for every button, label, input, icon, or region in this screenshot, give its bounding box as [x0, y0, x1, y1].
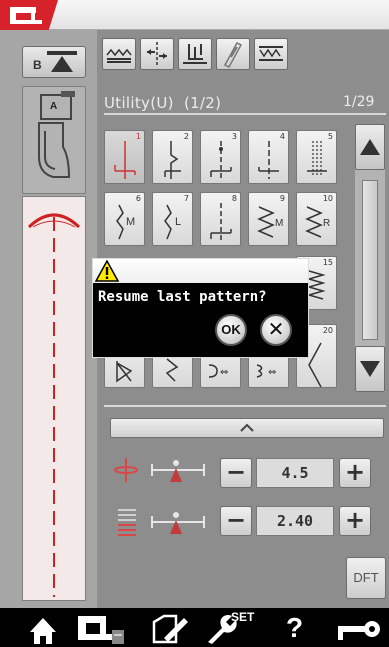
chevron-up-icon: [240, 423, 254, 432]
category-utility-button[interactable]: [102, 38, 136, 70]
stitch-width-icon: [114, 458, 138, 482]
straight-stitch-left-icon: [114, 141, 136, 179]
default-settings-button[interactable]: DFT: [346, 557, 386, 599]
center-straight-stitch-icon: [210, 141, 232, 179]
stitch-length-icon: [118, 509, 136, 536]
scroll-down-button[interactable]: [355, 346, 385, 392]
zigzag-category-icon: [106, 48, 132, 63]
width-minus-button[interactable]: −: [220, 458, 252, 488]
svg-text:⇔: ⇔: [220, 367, 228, 378]
warning-icon: [95, 260, 119, 282]
zigzag-m2-stitch-icon: M: [257, 206, 283, 238]
quilt-category-icon: [259, 46, 283, 61]
needle-position-label: B: [33, 58, 42, 72]
title-underline: [104, 113, 386, 115]
stitch-tile[interactable]: 3: [200, 130, 241, 184]
svg-text:L: L: [175, 216, 181, 228]
length-adjust-icon: [151, 512, 205, 534]
resume-dialog: Resume last pattern? OK ✕: [92, 258, 309, 358]
stitch-tile[interactable]: 7 L: [152, 192, 193, 246]
scroll-up-button[interactable]: [355, 124, 385, 170]
pattern-scrollbar-thumb[interactable]: [362, 180, 378, 340]
top-bar: [0, 0, 389, 30]
needle-position-button[interactable]: B: [22, 46, 86, 78]
presser-foot-panel[interactable]: A: [22, 86, 86, 194]
category-buttonhole-button[interactable]: [140, 38, 174, 70]
stitch-tile[interactable]: 4: [248, 130, 289, 184]
category-satin-button[interactable]: [216, 38, 250, 70]
category-decorative-button[interactable]: [178, 38, 212, 70]
dialog-title-bar: [93, 259, 308, 283]
key-lock-icon[interactable]: [334, 608, 384, 647]
svg-text:M: M: [275, 218, 283, 229]
straight-stitch-icon: [164, 141, 181, 179]
stitch-tile[interactable]: 5: [296, 130, 337, 184]
stitch-tile[interactable]: 6 M: [104, 192, 145, 246]
pattern-page-count: 1/29: [343, 94, 375, 110]
sewing-machine-icon: [10, 7, 42, 24]
stitch-tile[interactable]: 8: [200, 192, 241, 246]
lock-straight-stitch-icon: [210, 203, 232, 241]
decorative-category-icon: [183, 44, 207, 64]
stitch-tile[interactable]: 2: [152, 130, 193, 184]
length-minus-button[interactable]: −: [220, 506, 252, 536]
edit-pattern-icon[interactable]: [150, 608, 194, 647]
stitch-preview: [22, 196, 86, 601]
ok-button[interactable]: OK: [215, 314, 247, 346]
foot-label: A: [50, 101, 58, 112]
needle-up-icon: [47, 51, 77, 72]
triple-straight-stitch-icon: [258, 141, 279, 179]
svg-text:⇔: ⇔: [268, 367, 276, 378]
home-icon[interactable]: [26, 608, 60, 647]
category-quilt-button[interactable]: [254, 38, 288, 70]
collapse-settings-button[interactable]: [110, 418, 384, 438]
stretch-stitch-icon: [307, 141, 327, 177]
width-value: 4.5: [256, 458, 334, 488]
stitch-tile[interactable]: 9 M: [248, 192, 289, 246]
svg-text:M: M: [126, 216, 135, 228]
satin-category-icon: [223, 42, 243, 68]
zigzag-r-stitch-icon: R: [305, 206, 330, 238]
stitch-preview-drawing: [27, 213, 81, 597]
zigzag-l-stitch-icon: L: [164, 204, 181, 240]
pattern-page-title: Utility(U) (1/2): [104, 94, 222, 112]
svg-text:R: R: [323, 218, 330, 229]
length-plus-button[interactable]: +: [339, 506, 371, 536]
width-adjust-icon: [151, 460, 205, 482]
machine-status-tab[interactable]: [0, 0, 58, 30]
zigzag-m-stitch-icon: M: [116, 204, 135, 240]
cancel-button[interactable]: ✕: [260, 314, 292, 346]
stitch-tile[interactable]: 10 R: [296, 192, 337, 246]
set-label: SET: [231, 610, 255, 624]
settings-divider: [104, 405, 386, 407]
machine-mode-icon[interactable]: [74, 608, 130, 647]
stitch-tile[interactable]: 1: [104, 130, 145, 184]
left-column: B A: [0, 30, 97, 608]
bottom-toolbar: [0, 608, 389, 647]
length-value: 2.40: [256, 506, 334, 536]
triangle-down-icon: [360, 361, 380, 377]
triangle-up-icon: [360, 139, 380, 155]
dialog-message: Resume last pattern?: [98, 289, 267, 305]
width-plus-button[interactable]: +: [339, 458, 371, 488]
help-button[interactable]: ?: [286, 612, 303, 644]
buttonhole-category-icon: [147, 42, 167, 66]
